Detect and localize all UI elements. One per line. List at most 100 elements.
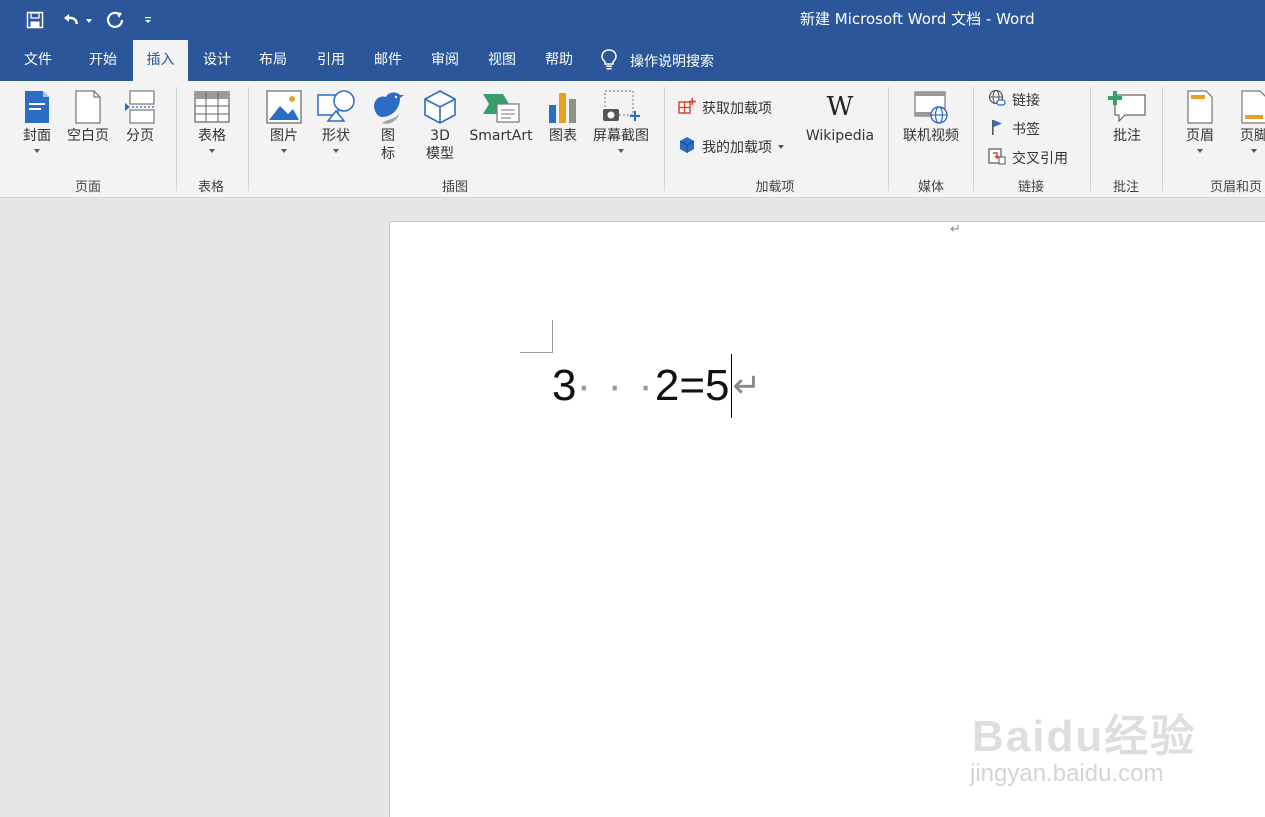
tab-home[interactable]: 开始 — [76, 40, 130, 81]
group-separator — [1162, 87, 1163, 191]
ribbon-tabs: 文件 开始 插入 设计 布局 引用 邮件 审阅 视图 帮助 操作说明搜索 — [0, 40, 1265, 81]
bird-icon — [368, 87, 408, 127]
group-label-tables: 表格 — [197, 180, 224, 195]
get-addins-button[interactable]: 获取加载项 — [678, 97, 772, 119]
blank-page-icon — [68, 87, 108, 127]
page-break-button[interactable]: 分页 — [118, 87, 162, 145]
tab-mailings[interactable]: 邮件 — [361, 40, 415, 81]
tab-insert[interactable]: 插入 — [133, 40, 188, 81]
tab-layout[interactable]: 布局 — [246, 40, 300, 81]
bar-chart-icon — [543, 87, 583, 127]
cross-reference-label: 交叉引用 — [1012, 151, 1068, 167]
bookmark-label: 书签 — [1012, 122, 1040, 138]
table-button[interactable]: 表格 — [190, 87, 234, 153]
cover-dropdown-icon — [34, 149, 40, 153]
group-separator — [664, 87, 665, 191]
screenshot-label: 屏幕截图 — [593, 128, 649, 144]
tab-help[interactable]: 帮助 — [532, 40, 586, 81]
page-break-icon — [120, 87, 160, 127]
title-bar: 新建 Microsoft Word 文档 - Word — [0, 0, 1265, 40]
group-separator — [888, 87, 889, 191]
equation-first-operand: 3 — [552, 361, 577, 410]
get-addins-label: 获取加载项 — [702, 101, 772, 117]
cover-page-icon — [17, 87, 57, 127]
screenshot-dropdown-icon — [618, 149, 624, 153]
smartart-icon — [481, 87, 521, 127]
group-label-pages: 页面 — [74, 180, 101, 195]
equation-rest: 2=5 — [654, 361, 730, 410]
picture-label: 图片 — [270, 128, 298, 144]
shapes-dropdown-icon — [333, 149, 339, 153]
3d-model-label-line2: 模型 — [426, 146, 454, 162]
margin-corner-mark — [552, 320, 553, 352]
picture-icon — [264, 87, 304, 127]
margin-corner-mark — [520, 352, 553, 353]
group-separator — [248, 87, 249, 191]
online-video-button[interactable]: 联机视频 — [898, 87, 964, 145]
tab-file[interactable]: 文件 — [10, 40, 66, 81]
tell-me-search[interactable]: 操作说明搜索 — [600, 40, 714, 81]
save-icon[interactable] — [22, 0, 48, 40]
icons-button[interactable]: 图 标 — [366, 87, 410, 163]
new-comment-button[interactable]: 批注 — [1104, 87, 1150, 145]
blank-page-button[interactable]: 空白页 — [62, 87, 114, 145]
document-canvas[interactable]: ↵ 3 · · · 2=5 ↵ — [0, 198, 1265, 817]
cross-reference-button[interactable]: 交叉引用 — [988, 147, 1068, 169]
my-addins-dropdown-icon[interactable] — [778, 145, 784, 149]
tab-references[interactable]: 引用 — [304, 40, 358, 81]
paragraph-mark: ↵ — [732, 367, 762, 405]
equation-placeholder-dots: · · · — [576, 361, 655, 410]
header-button[interactable]: 页眉 — [1178, 87, 1222, 153]
footer-icon — [1234, 87, 1265, 127]
smartart-button[interactable]: SmartArt — [466, 87, 536, 145]
blank-page-label: 空白页 — [67, 128, 109, 144]
wikipedia-label: Wikipedia — [805, 128, 875, 144]
screenshot-button[interactable]: 屏幕截图 — [588, 87, 654, 153]
page-break-label: 分页 — [126, 128, 154, 144]
group-separator — [1090, 87, 1091, 191]
my-addins-button[interactable]: 我的加载项 — [678, 136, 784, 158]
store-icon — [678, 97, 696, 119]
tab-review[interactable]: 审阅 — [418, 40, 472, 81]
tell-me-label: 操作说明搜索 — [630, 53, 714, 70]
equation-text[interactable]: 3 · · · 2=5 ↵ — [552, 354, 762, 418]
3d-model-button[interactable]: 3D 模型 — [418, 87, 462, 163]
picture-button[interactable]: 图片 — [262, 87, 306, 153]
group-label-header-footer: 页眉和页 — [1210, 180, 1263, 195]
bookmark-button[interactable]: 书签 — [988, 118, 1040, 140]
picture-dropdown-icon — [281, 149, 287, 153]
tab-design[interactable]: 设计 — [190, 40, 244, 81]
chart-button[interactable]: 图表 — [542, 87, 584, 145]
my-addins-label: 我的加载项 — [702, 140, 772, 156]
ribbon-insert: 封面 空白页 分页 页面 表格 表格 图片 形状 图 标 3D 模型 Smart… — [0, 81, 1265, 198]
shapes-label: 形状 — [322, 128, 350, 144]
document-page[interactable]: ↵ 3 · · · 2=5 ↵ — [389, 221, 1265, 817]
smartart-label: SmartArt — [469, 128, 533, 144]
group-label-illustrations: 插图 — [441, 180, 468, 195]
footer-label: 页脚 — [1240, 128, 1265, 144]
window-title: 新建 Microsoft Word 文档 - Word — [800, 10, 1035, 28]
comment-label: 批注 — [1113, 128, 1141, 144]
3d-model-label-line1: 3D — [430, 128, 450, 144]
shapes-button[interactable]: 形状 — [314, 87, 358, 153]
link-button[interactable]: 链接 — [988, 89, 1040, 111]
flag-icon — [988, 118, 1006, 140]
group-label-links: 链接 — [1017, 180, 1044, 195]
group-separator — [973, 87, 974, 191]
chart-label: 图表 — [549, 128, 577, 144]
table-dropdown-icon — [209, 149, 215, 153]
group-label-comments: 批注 — [1112, 180, 1139, 195]
tab-view[interactable]: 视图 — [475, 40, 529, 81]
wikipedia-icon: W — [826, 92, 854, 122]
header-icon — [1180, 87, 1220, 127]
paragraph-mark-top: ↵ — [950, 222, 961, 237]
footer-button[interactable]: 页脚 — [1232, 87, 1265, 153]
wikipedia-button[interactable]: W Wikipedia — [802, 87, 878, 145]
customize-qat-icon[interactable] — [140, 0, 156, 40]
redo-icon[interactable] — [102, 0, 128, 40]
cover-page-button[interactable]: 封面 — [16, 87, 58, 153]
cover-page-label: 封面 — [23, 128, 51, 144]
undo-icon[interactable] — [58, 0, 96, 40]
icons-label-line2: 标 — [381, 146, 395, 162]
group-label-addins: 加载项 — [755, 180, 795, 195]
